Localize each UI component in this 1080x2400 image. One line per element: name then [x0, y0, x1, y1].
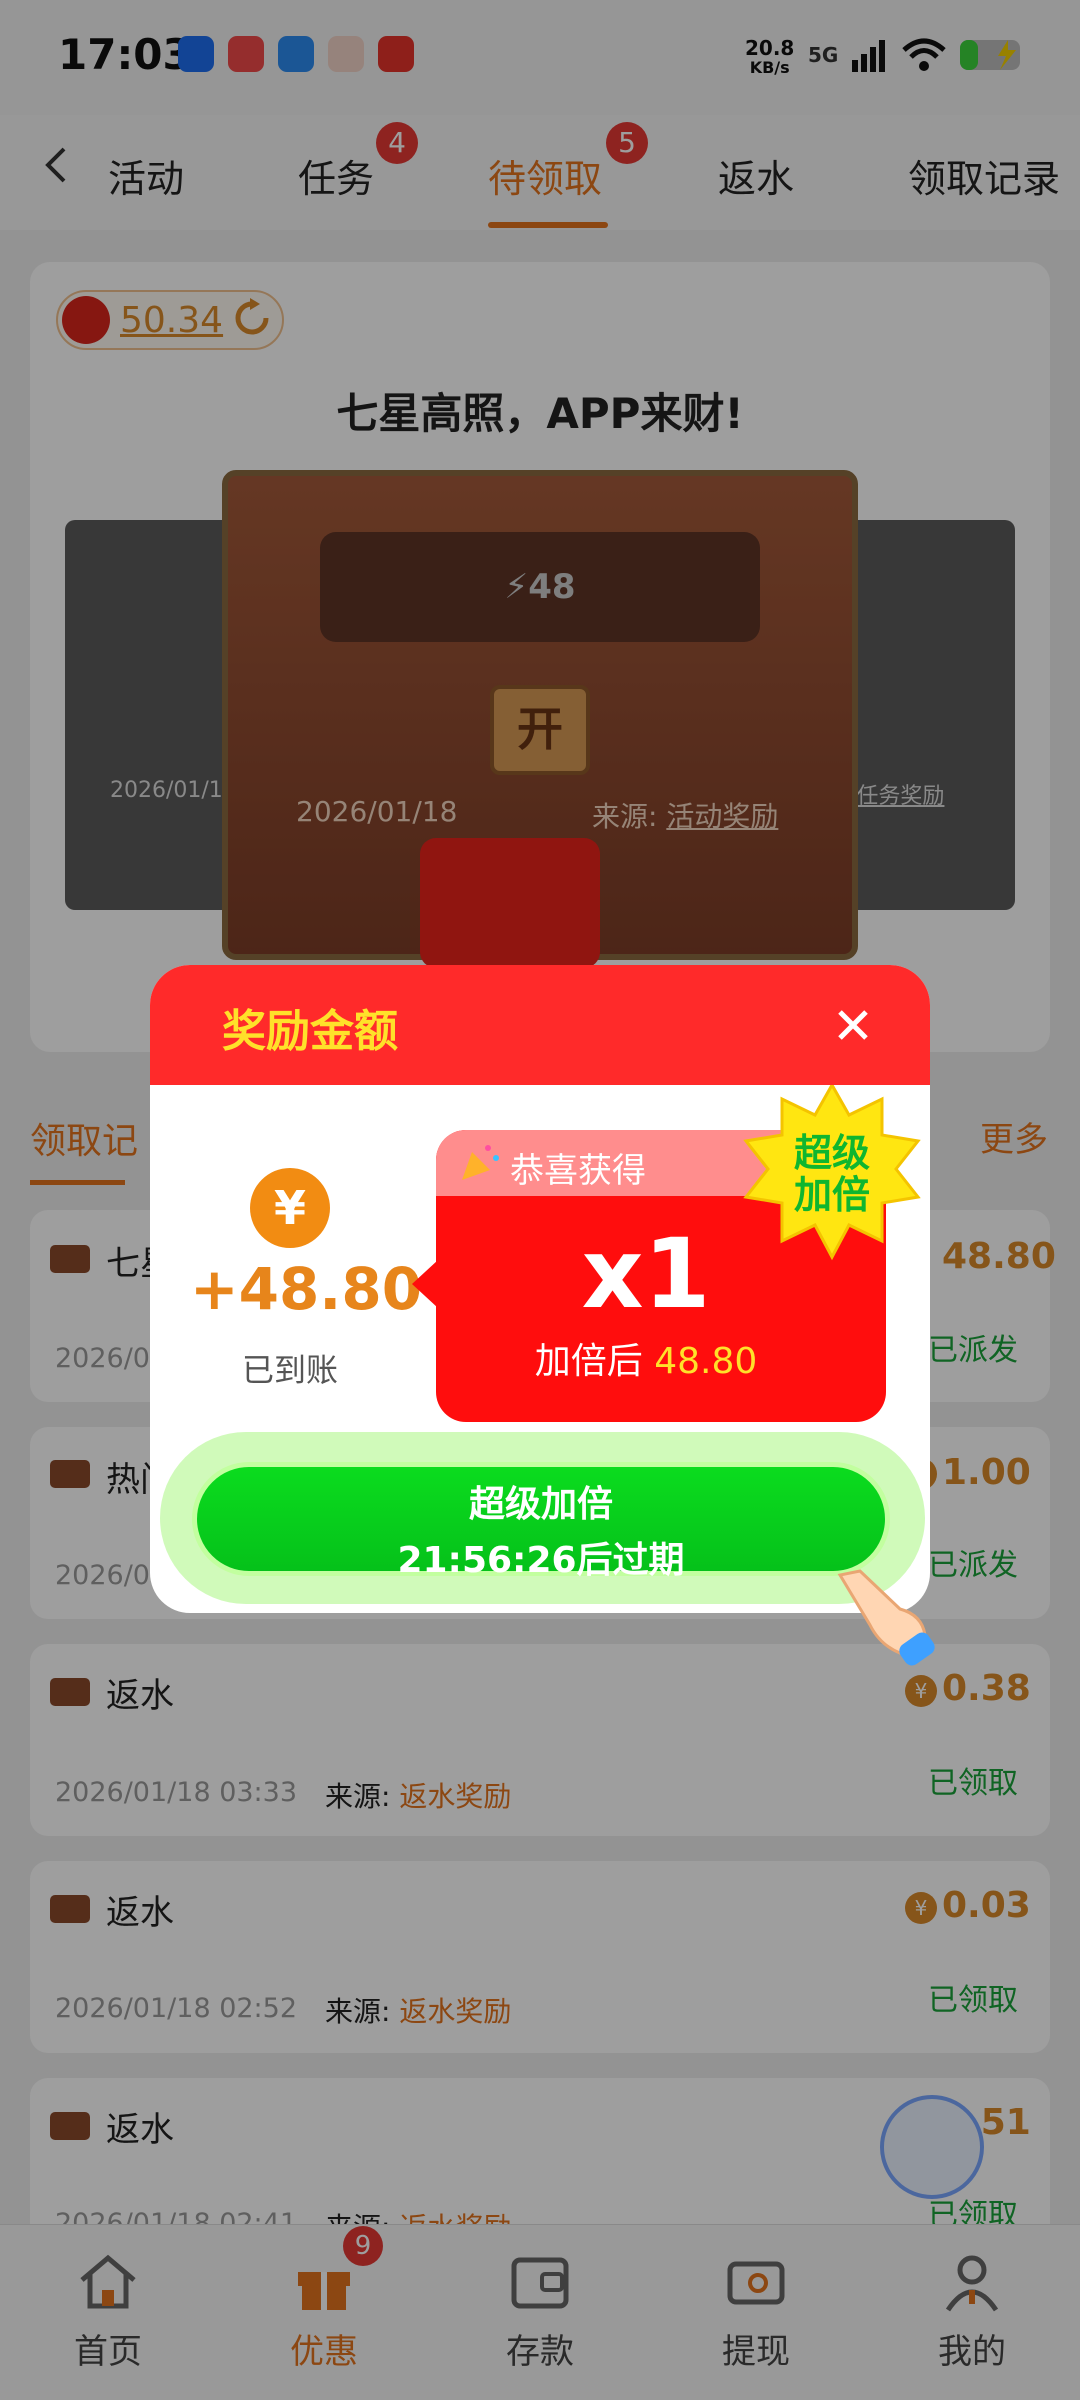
button-title: 超级加倍: [468, 1484, 613, 1525]
yen-icon: ¥: [250, 1168, 330, 1248]
reward-amount: +48.80: [190, 1255, 423, 1323]
super-double-button[interactable]: 超级加倍 21:56:26后过期: [192, 1462, 890, 1581]
after-double-value: 48.80: [654, 1341, 758, 1382]
party-popper-icon: [462, 1145, 499, 1180]
pointing-hand-icon: [837, 1569, 935, 1666]
reward-modal-title: 奖励金额: [222, 1006, 398, 1057]
super-double-badge-text: 超级 加倍: [762, 1132, 902, 1216]
multiplier-box-pointer: [412, 1260, 438, 1308]
congrats-label: 恭喜获得: [510, 1151, 646, 1191]
button-countdown: 21:56:26后过期: [397, 1540, 685, 1581]
close-icon[interactable]: [828, 1000, 878, 1050]
reward-arrived-label: 已到账: [241, 1351, 338, 1389]
after-double: 加倍后 48.80: [436, 1332, 856, 1384]
badge-line2: 加倍: [793, 1173, 870, 1217]
after-double-label: 加倍后: [534, 1341, 643, 1382]
badge-line1: 超级: [793, 1131, 870, 1175]
